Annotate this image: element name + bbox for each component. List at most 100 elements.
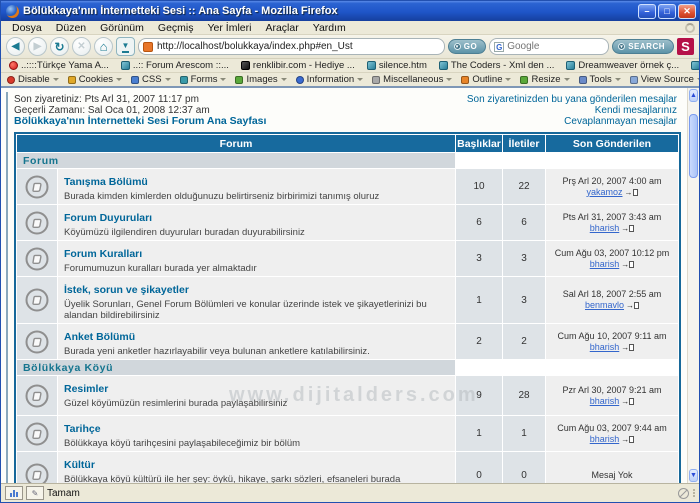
link-unanswered-posts[interactable]: Cevaplanmayan mesajlar (467, 116, 677, 127)
menu-dosya[interactable]: Dosya (5, 22, 49, 34)
goto-last-post-icon[interactable]: → (621, 259, 634, 270)
section-title[interactable]: Bölükkaya Köyü (17, 360, 455, 375)
scrollbar-thumb[interactable] (689, 114, 698, 178)
last-post-user-link[interactable]: yakamoz (586, 187, 622, 197)
forum-link[interactable]: Tanışma Bölümü (64, 176, 148, 188)
bookmark-icon (566, 61, 575, 70)
devtoolbar-item-outline[interactable]: Outline (461, 74, 511, 85)
last-post-user-link[interactable]: bharish (590, 223, 620, 233)
link-new-posts[interactable]: Son ziyaretinizden bu yana gönderilen me… (467, 94, 677, 105)
forum-link[interactable]: Forum Duyuruları (64, 212, 152, 224)
bookmark-icon (439, 61, 448, 70)
devtoolbar-item-forms[interactable]: Forms (180, 74, 227, 85)
bookmark-item[interactable]: renklibir.com - Hediye ... (241, 60, 355, 71)
last-post-user-link[interactable]: bharish (590, 259, 620, 269)
menu-gecmis[interactable]: Geçmiş (151, 22, 201, 34)
bookmark-item[interactable]: ..::::Türkçe Yama A... (9, 60, 109, 71)
disable-icon (7, 76, 15, 84)
dropdown-arrow-icon (281, 78, 287, 81)
devtoolbar-item-resize[interactable]: Resize (520, 74, 569, 85)
forward-button[interactable] (28, 37, 47, 56)
menu-araclar[interactable]: Araçlar (258, 22, 305, 34)
devtoolbar-item-miscellaneous[interactable]: Miscellaneous (372, 74, 452, 85)
folder-icon (17, 416, 57, 451)
devtoolbar-item-information[interactable]: Information (296, 74, 364, 85)
adblock-status-icon[interactable] (678, 488, 689, 499)
last-post-user-link[interactable]: bharish (590, 396, 620, 406)
menu-yardim[interactable]: Yardım (306, 22, 353, 34)
link-own-posts[interactable]: Kendi mesajlarınız (467, 105, 677, 116)
bookmark-icon (121, 61, 130, 70)
restore-button[interactable]: □ (658, 4, 676, 19)
bookmark-item[interactable]: The Coders - Xml den ... (439, 60, 554, 71)
scroll-up-button[interactable]: ▲ (689, 89, 698, 102)
forum-link[interactable]: Tarihçe (64, 423, 101, 435)
folder-icon (17, 241, 57, 276)
posts-count: 2 (503, 324, 545, 359)
scroll-down-button[interactable]: ▼ (689, 469, 698, 482)
statusbar-chart-icon[interactable] (5, 486, 23, 500)
url-input[interactable] (157, 41, 440, 52)
goto-last-post-icon[interactable]: → (621, 434, 634, 445)
forum-link[interactable]: İstek, sorun ve şikayetler (64, 284, 189, 296)
devtoolbar-item-images[interactable]: Images (235, 74, 286, 85)
tools-icon (579, 76, 587, 84)
close-button[interactable]: ✕ (678, 4, 696, 19)
topics-count: 10 (456, 169, 502, 204)
last-post-cell: Prş Arl 20, 2007 4:00 amyakamoz→ (546, 169, 678, 204)
forum-link[interactable]: Anket Bölümü (64, 331, 135, 343)
minimize-button[interactable]: – (638, 4, 656, 19)
google-icon: G (494, 42, 504, 52)
devtoolbar-item-view-source[interactable]: View Source (630, 74, 699, 85)
goto-last-post-icon[interactable]: → (621, 342, 634, 353)
webdeveloper-toolbar: Disable Cookies CSS Forms Images Informa… (1, 73, 699, 88)
goto-last-post-icon[interactable]: → (621, 223, 634, 234)
last-post-cell: Cum Ağu 03, 2007 10:12 pmbharish→ (546, 241, 678, 276)
topics-count: 6 (456, 205, 502, 240)
reload-button[interactable] (50, 37, 69, 56)
site-icon (241, 61, 250, 70)
home-button[interactable] (94, 37, 113, 56)
vertical-scrollbar[interactable]: ▲ ▼ (687, 88, 699, 483)
resize-icon (520, 76, 528, 84)
menu-duzen[interactable]: Düzen (49, 22, 93, 34)
last-post-user-link[interactable]: bharish (590, 434, 620, 444)
devtoolbar-item-cookies[interactable]: Cookies (68, 74, 122, 85)
header-forum: Forum (17, 135, 455, 152)
forum-link[interactable]: Kültür (64, 459, 95, 471)
devtoolbar-item-disable[interactable]: Disable (7, 74, 59, 85)
last-post-user-link[interactable]: bharish (590, 342, 620, 352)
search-input[interactable] (507, 41, 604, 52)
section-title[interactable]: Forum (17, 153, 455, 168)
devtoolbar-item-css[interactable]: CSS (131, 74, 171, 85)
last-post-user-link[interactable]: benmavlo (585, 300, 624, 310)
bookmark-item[interactable]: Dreamweaver örnek ç... (566, 60, 679, 71)
forum-link[interactable]: Forum Kuralları (64, 248, 142, 260)
goto-last-post-icon[interactable]: → (621, 396, 634, 407)
back-button[interactable] (6, 37, 25, 56)
goto-last-post-icon[interactable]: → (626, 300, 639, 311)
bookmark-item[interactable]: Webmaster Sitesi - w... (691, 60, 699, 71)
cookies-icon (68, 76, 76, 84)
posts-count: 22 (503, 169, 545, 204)
window-title: Bölükkaya'nın İnternetteki Sesi :: Ana S… (23, 5, 636, 17)
forum-link[interactable]: Resimler (64, 383, 108, 395)
menu-gorunum[interactable]: Görünüm (93, 22, 151, 34)
statusbar-edit-icon[interactable]: ✎ (26, 486, 44, 500)
last-post-cell: Cum Ağu 03, 2007 9:44 ambharish→ (546, 416, 678, 451)
forum-description: Forumumuzun kuralları burada yer almakta… (64, 263, 449, 274)
forum-row: Anket BölümüBurada yeni anketler hazırla… (17, 324, 678, 359)
search-button[interactable]: ▾SEARCH (612, 39, 674, 54)
bookmark-item[interactable]: silence.htm (367, 60, 427, 71)
forum-description: Üyelik Sorunları, Genel Forum Bölümleri … (64, 299, 449, 321)
stop-button[interactable] (72, 37, 91, 56)
devtoolbar-item-tools[interactable]: Tools (579, 74, 621, 85)
goto-last-post-icon[interactable]: → (625, 187, 638, 198)
bookmark-item[interactable]: ..:: Forum Arescom ::... (121, 60, 229, 71)
go-button[interactable]: ▾GO (448, 39, 486, 54)
resize-grip[interactable] (693, 489, 695, 497)
menu-yerimleri[interactable]: Yer İmleri (201, 22, 259, 34)
section-blank (456, 153, 678, 168)
last-post-date: Cum Ağu 03, 2007 10:12 pm (555, 248, 670, 259)
downloads-button[interactable] (116, 37, 135, 56)
